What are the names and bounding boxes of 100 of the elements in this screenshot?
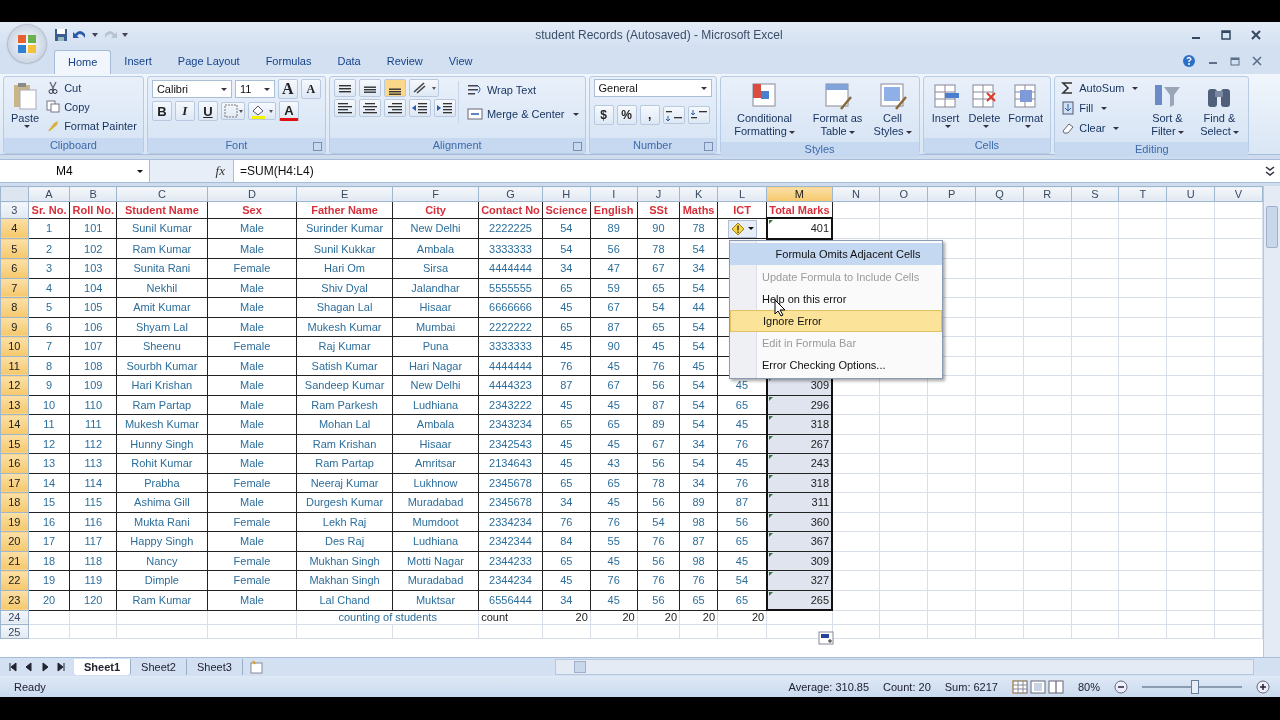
cells-button[interactable]: Format [1005,79,1047,130]
caret-icon[interactable] [92,33,98,37]
maximize-icon[interactable] [1220,29,1232,41]
styles-button[interactable]: Conditional Formatting [724,79,805,140]
horizontal-align-icon[interactable] [358,99,381,117]
horizontal-scrollbar[interactable] [554,659,1254,675]
column-header[interactable]: C [116,186,208,202]
column-header[interactable]: M [766,186,833,202]
column-header[interactable]: A [28,186,70,202]
column-header[interactable]: L [717,186,767,202]
column-header[interactable]: E [296,186,393,202]
clipboard-button[interactable]: Format Painter [44,117,139,134]
horizontal-align-icon[interactable] [333,99,356,117]
menu-item[interactable]: Ignore Error [730,310,942,332]
row-header[interactable]: 13 [0,395,29,415]
column-header[interactable]: I [590,186,638,202]
help-icon[interactable] [1182,54,1196,68]
column-header[interactable]: B [70,186,117,202]
cells-button[interactable]: Insert [927,79,964,130]
column-header[interactable]: D [207,186,297,202]
restore-icon[interactable] [1230,56,1240,66]
fill-color-icon[interactable] [247,102,276,120]
save-icon[interactable] [54,28,68,42]
clipboard-button[interactable]: Copy [44,98,139,115]
row-header[interactable]: 19 [0,512,29,532]
error-smart-tag[interactable] [728,219,758,238]
row-header[interactable]: 9 [0,317,29,337]
row-header[interactable]: 17 [0,473,29,493]
row-header[interactable]: 4 [0,218,29,239]
column-header[interactable]: V [1214,186,1263,202]
office-button[interactable] [8,25,46,63]
column-header[interactable]: U [1166,186,1215,202]
row-header[interactable]: 20 [0,531,29,551]
font-color-button[interactable]: A [278,101,299,121]
column-header[interactable]: T [1118,186,1167,202]
editing-button[interactable]: AutoSum [1059,79,1141,97]
column-header[interactable]: S [1071,186,1119,202]
zoom-out-icon[interactable] [1114,679,1128,694]
indent-icon[interactable] [433,99,456,117]
row-header[interactable]: 23 [0,590,29,610]
row-header[interactable]: 11 [0,356,29,376]
formula-field[interactable]: =SUM(H4:L4) [234,164,1264,178]
editing-button[interactable]: Sort & Filter [1142,79,1193,140]
increase-decimal-icon[interactable] [662,106,685,124]
font-style-button[interactable]: I [174,101,195,121]
horizontal-align-icon[interactable] [383,99,406,117]
row-header[interactable]: 7 [0,278,29,298]
row-header[interactable]: 21 [0,551,29,571]
column-header[interactable]: J [637,186,680,202]
customize-caret-icon[interactable] [122,33,128,37]
sheet-tab[interactable]: Sheet2 [131,659,187,675]
close-icon[interactable] [1252,56,1262,66]
page-layout-view-icon[interactable] [1029,679,1046,694]
number-format-dropdown[interactable]: General [593,79,712,97]
row-header[interactable]: 15 [0,434,29,454]
close-icon[interactable] [1250,29,1262,41]
ribbon-tab[interactable]: Review [373,50,436,74]
font-style-button[interactable]: B [151,101,172,121]
row-header[interactable]: 10 [0,336,29,356]
expand-icon[interactable] [1264,164,1276,178]
font-size-dropdown[interactable]: 11 [234,80,275,98]
paste-button[interactable]: Paste [8,79,43,130]
menu-item[interactable]: Formula Omits Adjacent Cells [730,243,942,265]
row-header[interactable]: 12 [0,375,29,395]
editing-button[interactable]: Clear [1059,119,1141,137]
decrease-decimal-icon[interactable] [687,106,710,124]
row-header[interactable]: 16 [0,453,29,473]
column-header[interactable]: K [679,186,718,202]
sheet-tab[interactable]: Sheet1 [74,659,132,675]
ribbon-tab[interactable]: Page Layout [164,50,253,74]
row-header[interactable]: 22 [0,570,29,590]
ribbon-tab[interactable]: Formulas [252,50,325,74]
merge-center-button[interactable]: Merge & Center [464,105,581,123]
column-header[interactable]: N [832,186,880,202]
page-break-view-icon[interactable] [1047,679,1064,694]
number-format-button[interactable]: , [639,105,660,125]
row-header[interactable]: 8 [0,297,29,317]
ribbon-tab[interactable]: Home [54,50,112,74]
ribbon-tab[interactable]: Insert [111,50,165,74]
column-header[interactable]: Q [975,186,1024,202]
orientation-icon[interactable] [408,79,439,97]
vertical-align-icon[interactable] [383,79,406,97]
paste-options-icon[interactable] [818,631,834,645]
zoom-slider[interactable] [1191,679,1199,694]
ribbon-tab[interactable]: View [435,50,486,74]
column-header[interactable]: F [392,186,479,202]
zoom-in-icon[interactable] [1256,679,1270,694]
font-style-button[interactable]: U [197,101,218,121]
grow-font-button[interactable]: A [277,79,298,99]
column-header[interactable]: R [1023,186,1072,202]
number-format-button[interactable]: $ [593,105,614,125]
indent-icon[interactable] [408,99,431,117]
shrink-font-button[interactable]: A [300,79,321,99]
column-header[interactable]: O [879,186,928,202]
sheet-nav-icon[interactable] [56,662,66,672]
zoom-level[interactable]: 80% [1077,680,1100,693]
cells-button[interactable]: Delete [965,79,1004,130]
row-header[interactable]: 5 [0,238,29,259]
sheet-tab[interactable]: Sheet3 [186,659,243,675]
vertical-align-icon[interactable] [333,79,356,97]
